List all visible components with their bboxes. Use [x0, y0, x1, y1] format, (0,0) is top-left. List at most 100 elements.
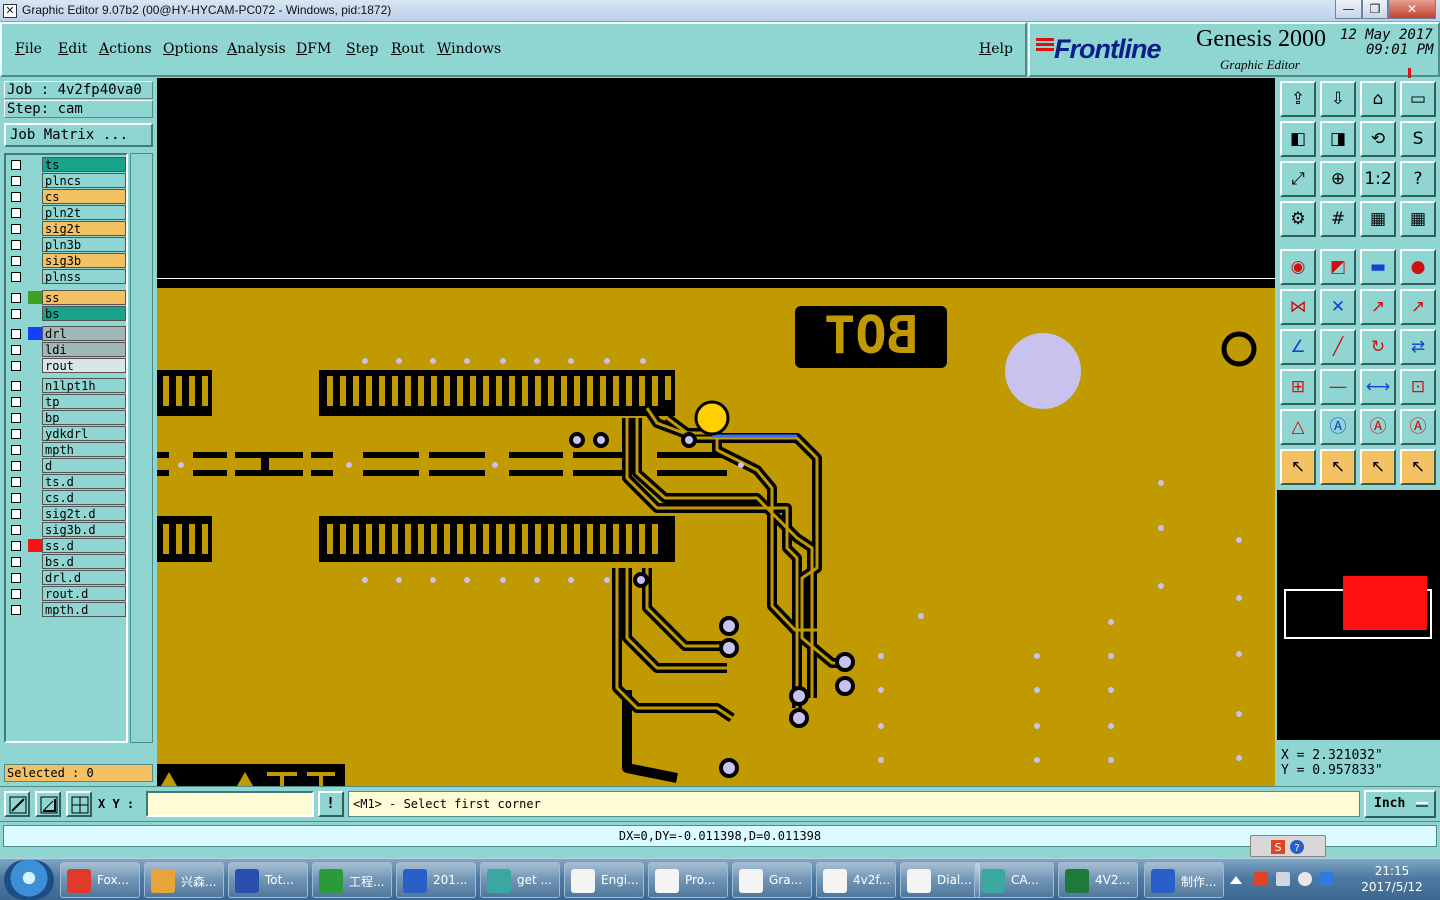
layer-name[interactable]: bs	[42, 306, 126, 321]
layer-checkbox[interactable]	[11, 605, 21, 615]
layers-button[interactable]: ▦	[1360, 201, 1396, 237]
menu-dfm[interactable]: DFM	[296, 41, 331, 57]
pause-icon[interactable]	[1408, 63, 1418, 97]
layer-checkbox[interactable]	[11, 397, 21, 407]
measure-button[interactable]: ⟷	[1360, 369, 1396, 405]
layer-row[interactable]: ss	[8, 290, 126, 305]
layer-row[interactable]: pln2t	[8, 205, 126, 220]
layer-checkbox[interactable]	[11, 160, 21, 170]
menu-edit[interactable]: Edit	[58, 41, 87, 57]
layer-row[interactable]: cs	[8, 189, 126, 204]
triangle-c-button[interactable]: Ⓐ	[1360, 409, 1396, 445]
move-button[interactable]: ↗	[1360, 289, 1396, 325]
grid-button[interactable]: #	[1320, 201, 1356, 237]
triangle-d-button[interactable]: Ⓐ	[1400, 409, 1436, 445]
layer-row[interactable]: ss.d	[8, 538, 126, 553]
layer-row[interactable]: sig2t	[8, 221, 126, 236]
select-rotate-button[interactable]: ↖	[1360, 449, 1396, 485]
start-button[interactable]	[4, 860, 54, 900]
zoom-home-button[interactable]: ⇪	[1280, 81, 1316, 117]
angle-mode-button[interactable]	[35, 791, 61, 817]
taskbar-item[interactable]: Engi...	[564, 862, 644, 898]
grid-snap-button[interactable]	[66, 791, 92, 817]
layer-name[interactable]: n1lpt1h	[42, 378, 126, 393]
overview-map[interactable]	[1277, 490, 1440, 740]
taskbar-item[interactable]: get ...	[480, 862, 560, 898]
layer-name[interactable]: rout.d	[42, 586, 126, 601]
tray-expand-icon[interactable]	[1230, 876, 1242, 884]
add-line-button[interactable]: ◩	[1320, 249, 1356, 285]
home-button[interactable]: ⌂	[1360, 81, 1396, 117]
layer-checkbox[interactable]	[11, 176, 21, 186]
layer-checkbox[interactable]	[11, 525, 21, 535]
layer-row[interactable]: sig3b.d	[8, 522, 126, 537]
input-method-bar[interactable]: S ?	[1250, 835, 1326, 857]
layer-checkbox[interactable]	[11, 293, 21, 303]
angle-button[interactable]: ∠	[1280, 329, 1316, 365]
snap-button[interactable]: ✕	[1320, 289, 1356, 325]
layer-checkbox[interactable]	[11, 272, 21, 282]
settings-button[interactable]: ⚙	[1280, 201, 1316, 237]
layer-name[interactable]: ydkdrl	[42, 426, 126, 441]
layer-checkbox[interactable]	[11, 224, 21, 234]
layer-row[interactable]: tp	[8, 394, 126, 409]
menu-options[interactable]: Options	[163, 41, 218, 57]
layer-checkbox[interactable]	[11, 429, 21, 439]
scale-1-2-button[interactable]: 1:2	[1360, 161, 1396, 197]
layer-checkbox[interactable]	[11, 256, 21, 266]
layer-name[interactable]: ss.d	[42, 538, 126, 553]
layer-row[interactable]: ts	[8, 157, 126, 172]
mirror-button[interactable]: ⇄	[1400, 329, 1436, 365]
layer-checkbox[interactable]	[11, 192, 21, 202]
layer-row[interactable]: mpth.d	[8, 602, 126, 617]
tray-network-icon[interactable]	[1276, 872, 1290, 886]
layer-name[interactable]: bp	[42, 410, 126, 425]
net-button[interactable]: ⊞	[1280, 369, 1316, 405]
taskbar-item[interactable]: 4v2f...	[816, 862, 896, 898]
maximize-button[interactable]: ❐	[1362, 0, 1388, 19]
add-pad-button[interactable]: ◉	[1280, 249, 1316, 285]
line-mode-button[interactable]	[4, 791, 30, 817]
layer-name[interactable]: cs	[42, 189, 126, 204]
exclaim-button[interactable]: !	[318, 791, 344, 817]
menu-analysis[interactable]: Analysis	[227, 41, 286, 57]
taskbar-item[interactable]: 4V2...	[1058, 862, 1138, 898]
ruler-button[interactable]: ▬	[1360, 249, 1396, 285]
layer-checkbox[interactable]	[11, 557, 21, 567]
layer-row[interactable]: rout	[8, 358, 126, 373]
taskbar-item[interactable]: CA...	[974, 862, 1054, 898]
layer-row[interactable]: ldi	[8, 342, 126, 357]
taskbar-item[interactable]: Dial...	[900, 862, 980, 898]
layer-name[interactable]: sig2t	[42, 221, 126, 236]
taskbar-item[interactable]: Pro...	[648, 862, 728, 898]
layer-checkbox[interactable]	[11, 381, 21, 391]
layer-name[interactable]: plncs	[42, 173, 126, 188]
layer-checkbox[interactable]	[11, 461, 21, 471]
pan-left-button[interactable]: ◧	[1280, 121, 1316, 157]
taskbar-item[interactable]: Fox...	[60, 862, 140, 898]
slope-button[interactable]: ╱	[1320, 329, 1356, 365]
zoom-fit-button[interactable]: ⤢	[1280, 161, 1316, 197]
menu-rout[interactable]: Rout	[391, 41, 425, 57]
layer-row[interactable]: cs.d	[8, 490, 126, 505]
layer-name[interactable]: ts.d	[42, 474, 126, 489]
layer-row[interactable]: n1lpt1h	[8, 378, 126, 393]
layer-name[interactable]: drl.d	[42, 570, 126, 585]
zoom-center-button[interactable]: ⊕	[1320, 161, 1356, 197]
layer-name[interactable]: ts	[42, 157, 126, 172]
layer-name[interactable]: sig3b.d	[42, 522, 126, 537]
layer-row[interactable]: bp	[8, 410, 126, 425]
rotate-button[interactable]: ↻	[1360, 329, 1396, 365]
fit-window-button[interactable]: ▭	[1400, 81, 1436, 117]
layer-name[interactable]: ss	[42, 290, 126, 305]
layer-name[interactable]: sig3b	[42, 253, 126, 268]
group-button[interactable]: ⊡	[1400, 369, 1436, 405]
xy-input[interactable]	[146, 791, 314, 817]
layer-row[interactable]: mpth	[8, 442, 126, 457]
menu-file[interactable]: File	[15, 41, 42, 57]
tray-volume-icon[interactable]	[1298, 872, 1312, 886]
layer-checkbox[interactable]	[11, 541, 21, 551]
tray-flag-icon[interactable]	[1254, 872, 1268, 886]
layer-name[interactable]: mpth.d	[42, 602, 126, 617]
layer-checkbox[interactable]	[11, 493, 21, 503]
